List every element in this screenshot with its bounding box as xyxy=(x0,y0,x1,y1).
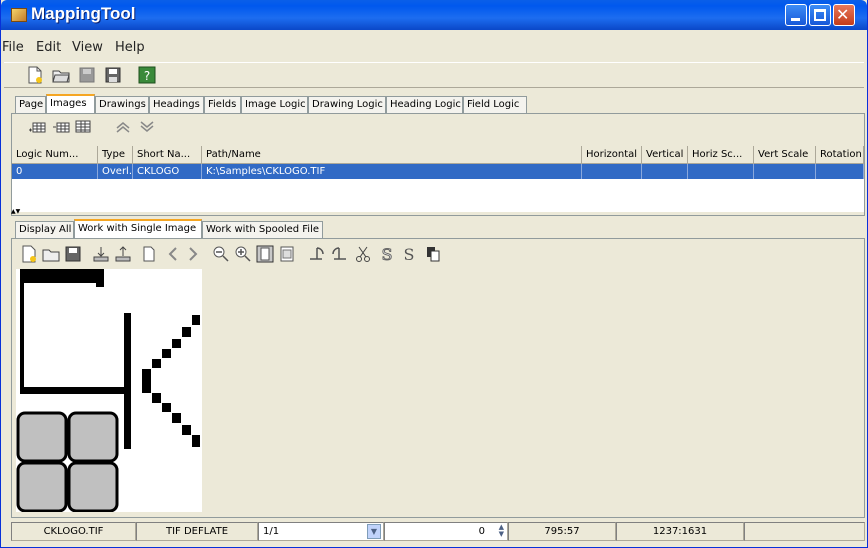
tab-display-all[interactable]: Display All xyxy=(15,221,74,238)
menu-file[interactable]: File xyxy=(2,40,24,55)
cell-logic-num: 0 xyxy=(12,164,98,179)
tab-image-logic[interactable]: Image Logic xyxy=(241,96,308,113)
spinner-arrows-icon[interactable]: ▲ ▼ xyxy=(492,524,504,539)
page-select[interactable]: 1/1 ▼ xyxy=(258,522,384,541)
image-preview[interactable] xyxy=(16,269,202,512)
svg-text:?: ? xyxy=(144,69,150,83)
column-type[interactable]: Type xyxy=(98,146,133,164)
cklogo-image xyxy=(16,269,202,512)
menu-view[interactable]: View xyxy=(72,40,103,55)
column-horiz-scale[interactable]: Horiz Sc... xyxy=(688,146,754,164)
tab-page[interactable]: Page xyxy=(15,96,46,113)
save-icon[interactable] xyxy=(104,66,122,84)
column-path-name[interactable]: Path/Name xyxy=(202,146,582,164)
menu-help[interactable]: Help xyxy=(115,40,145,55)
window-title: MappingTool xyxy=(31,4,136,23)
images-panel: Logic Num... Type Short Na... Path/Name … xyxy=(11,113,865,216)
new-file-icon[interactable] xyxy=(26,66,44,84)
open-folder-icon[interactable] xyxy=(42,245,60,263)
rotate-left-icon[interactable] xyxy=(308,245,326,263)
next-icon[interactable] xyxy=(184,245,202,263)
app-window: MappingTool ✕ File Edit View Help ? Page… xyxy=(0,0,868,548)
fit-width-icon[interactable] xyxy=(278,245,296,263)
move-up-icon[interactable] xyxy=(114,118,132,136)
save-icon[interactable] xyxy=(64,245,82,263)
cell-horiz-scale xyxy=(688,164,754,179)
spinner-value: 0 xyxy=(478,526,485,537)
page-select-value: 1/1 xyxy=(263,526,280,537)
tab-work-spooled-file[interactable]: Work with Spooled File xyxy=(202,221,323,238)
single-image-panel: S S xyxy=(11,238,865,518)
status-coordinates: 795:57 xyxy=(508,522,616,541)
rotate-right-icon[interactable] xyxy=(330,245,348,263)
title-bar[interactable]: MappingTool ✕ xyxy=(1,0,867,30)
column-logic-num[interactable]: Logic Num... xyxy=(12,146,98,164)
page-icon[interactable] xyxy=(140,245,158,263)
tab-fields[interactable]: Fields xyxy=(204,96,241,113)
style-icon[interactable]: S xyxy=(400,245,418,263)
table-header: Logic Num... Type Short Na... Path/Name … xyxy=(12,146,864,164)
close-button[interactable]: ✕ xyxy=(833,4,855,26)
status-empty xyxy=(744,522,865,541)
add-row-icon[interactable] xyxy=(28,118,46,136)
minimize-button[interactable] xyxy=(785,4,807,26)
menu-bar: File Edit View Help xyxy=(2,40,866,58)
previous-icon[interactable] xyxy=(164,245,182,263)
chevron-down-icon[interactable]: ▼ xyxy=(367,524,381,539)
outline-style-icon[interactable]: S xyxy=(378,245,396,263)
cell-type: Overl... xyxy=(98,164,133,179)
tab-images[interactable]: Images xyxy=(46,94,95,113)
status-filename: CKLOGO.TIF xyxy=(11,522,136,541)
column-horizontal[interactable]: Horizontal xyxy=(582,146,642,164)
menu-edit[interactable]: Edit xyxy=(36,40,61,55)
tab-field-logic[interactable]: Field Logic xyxy=(463,96,527,113)
open-folder-icon[interactable] xyxy=(52,66,70,84)
tab-headings[interactable]: Headings xyxy=(149,96,204,113)
cell-short-name: CKLOGO xyxy=(133,164,202,179)
maximize-icon xyxy=(814,9,826,21)
zoom-out-icon[interactable] xyxy=(212,245,230,263)
cut-icon[interactable] xyxy=(354,245,372,263)
move-down-icon[interactable] xyxy=(138,118,156,136)
cell-vert-scale xyxy=(754,164,816,179)
tab-drawing-logic[interactable]: Drawing Logic xyxy=(308,96,386,113)
value-spinner[interactable]: 0 ▲ ▼ xyxy=(384,522,508,541)
minimize-icon xyxy=(791,18,800,21)
table-row[interactable]: 0 Overl... CKLOGO K:\Samples\CKLOGO.TIF xyxy=(12,164,864,179)
export-icon[interactable] xyxy=(114,245,132,263)
cell-path-name: K:\Samples\CKLOGO.TIF xyxy=(202,164,582,179)
fit-page-icon[interactable] xyxy=(256,245,274,263)
svg-text:S: S xyxy=(382,245,393,263)
import-icon[interactable] xyxy=(92,245,110,263)
save-disabled-icon[interactable] xyxy=(78,66,96,84)
status-bar: CKLOGO.TIF TIF DEFLATE 1/1 ▼ 0 ▲ ▼ 795:57… xyxy=(11,522,865,542)
main-toolbar: ? xyxy=(4,62,864,88)
status-image-size: 1237:1631 xyxy=(616,522,744,541)
insert-row-icon[interactable] xyxy=(52,118,70,136)
cell-rotation xyxy=(816,164,864,179)
column-vert-scale[interactable]: Vert Scale xyxy=(754,146,816,164)
svg-text:S: S xyxy=(404,245,415,263)
split-pane-divider-arrows[interactable]: ▲▼ xyxy=(11,208,31,215)
column-vertical[interactable]: Vertical xyxy=(642,146,688,164)
column-rotation[interactable]: Rotation xyxy=(816,146,864,164)
cell-horizontal xyxy=(582,164,642,179)
tab-drawings[interactable]: Drawings xyxy=(95,96,149,113)
tab-work-single-image[interactable]: Work with Single Image xyxy=(74,219,202,238)
help-icon[interactable]: ? xyxy=(138,66,156,84)
maximize-button[interactable] xyxy=(809,4,831,26)
tab-heading-logic[interactable]: Heading Logic xyxy=(386,96,463,113)
copy-icon[interactable] xyxy=(424,245,442,263)
delete-row-icon[interactable] xyxy=(74,118,92,136)
close-icon: ✕ xyxy=(836,5,850,24)
zoom-in-icon[interactable] xyxy=(234,245,252,263)
cell-vertical xyxy=(642,164,688,179)
table-body: 0 Overl... CKLOGO K:\Samples\CKLOGO.TIF xyxy=(12,164,864,212)
app-icon xyxy=(11,8,27,22)
new-file-icon[interactable] xyxy=(20,245,38,263)
column-short-name[interactable]: Short Na... xyxy=(133,146,202,164)
status-compression: TIF DEFLATE xyxy=(136,522,258,541)
